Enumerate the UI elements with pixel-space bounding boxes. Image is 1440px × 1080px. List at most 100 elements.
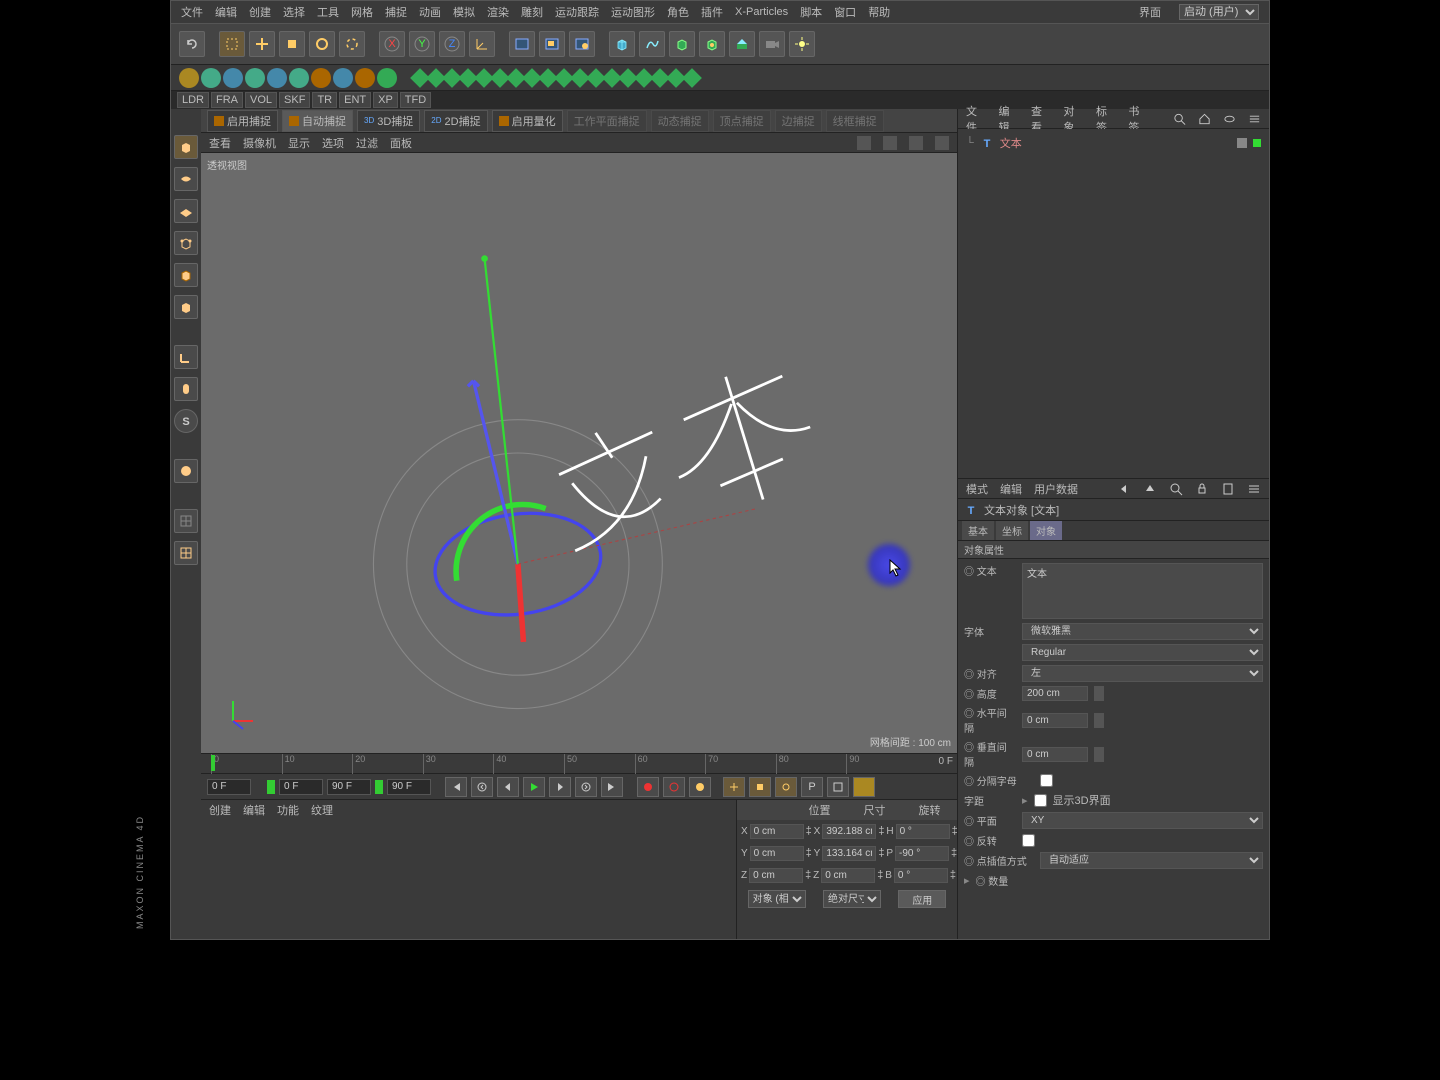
select-tool[interactable] bbox=[219, 31, 245, 57]
menu-render[interactable]: 渲染 bbox=[487, 4, 509, 20]
vp-camera[interactable]: 摄像机 bbox=[243, 135, 276, 151]
menu-window[interactable]: 窗口 bbox=[834, 4, 856, 20]
autokey-button[interactable] bbox=[663, 777, 685, 797]
menu-xp[interactable]: X-Particles bbox=[735, 6, 788, 18]
viewport[interactable]: 透视视图 bbox=[201, 153, 957, 753]
object-item-text[interactable]: └ T 文本 bbox=[962, 133, 1265, 153]
workplane-mode[interactable] bbox=[174, 199, 198, 223]
render-region[interactable] bbox=[539, 31, 565, 57]
render-settings[interactable] bbox=[569, 31, 595, 57]
vp-view[interactable]: 查看 bbox=[209, 135, 231, 151]
environment-tool[interactable] bbox=[729, 31, 755, 57]
vp-nav-icon[interactable] bbox=[909, 136, 923, 150]
polygon-mode[interactable] bbox=[174, 295, 198, 319]
keyopt-button[interactable] bbox=[689, 777, 711, 797]
soft-select[interactable] bbox=[174, 459, 198, 483]
goto-end[interactable] bbox=[601, 777, 623, 797]
next-frame[interactable] bbox=[549, 777, 571, 797]
undo-button[interactable] bbox=[179, 31, 205, 57]
tag[interactable]: XP bbox=[373, 92, 398, 108]
spinner[interactable] bbox=[1094, 686, 1104, 701]
search-icon[interactable] bbox=[1169, 482, 1183, 496]
tag[interactable]: FRA bbox=[211, 92, 243, 108]
search-icon[interactable] bbox=[1173, 112, 1186, 126]
interp-select[interactable]: 自动适应 bbox=[1040, 852, 1263, 869]
key-rot[interactable] bbox=[775, 777, 797, 797]
snap-auto[interactable]: 自动捕捉 bbox=[282, 110, 353, 132]
point-mode[interactable] bbox=[174, 231, 198, 255]
model-mode[interactable] bbox=[174, 135, 198, 159]
menu-edit[interactable]: 编辑 bbox=[215, 4, 237, 20]
range-start-handle[interactable] bbox=[267, 780, 275, 794]
back-icon[interactable] bbox=[1117, 482, 1131, 496]
menu-anim[interactable]: 动画 bbox=[419, 4, 441, 20]
key-param[interactable]: P bbox=[801, 777, 823, 797]
size-y[interactable] bbox=[822, 846, 876, 861]
lock-icon[interactable] bbox=[1195, 482, 1209, 496]
pos-z[interactable] bbox=[749, 868, 803, 883]
coord-mode1[interactable]: 对象 (相对) bbox=[748, 890, 806, 908]
menu-tools[interactable]: 工具 bbox=[317, 4, 339, 20]
texture-mode[interactable] bbox=[174, 167, 198, 191]
up-icon[interactable] bbox=[1143, 482, 1157, 496]
vis-editor-dot[interactable] bbox=[1237, 138, 1247, 148]
mat-edit[interactable]: 编辑 bbox=[243, 802, 265, 818]
object-list[interactable]: └ T 文本 bbox=[958, 129, 1269, 478]
kerning-checkbox[interactable] bbox=[1034, 793, 1047, 808]
current-frame[interactable] bbox=[207, 779, 251, 795]
camera-tool[interactable] bbox=[759, 31, 785, 57]
plugin-icon[interactable] bbox=[311, 68, 331, 88]
menu-snap[interactable]: 捕捉 bbox=[385, 4, 407, 20]
vp-filter[interactable]: 过滤 bbox=[356, 135, 378, 151]
generator-tool[interactable] bbox=[669, 31, 695, 57]
align-select[interactable]: 左 bbox=[1022, 665, 1263, 682]
vp-nav-icon[interactable] bbox=[883, 136, 897, 150]
scale-tool[interactable] bbox=[279, 31, 305, 57]
grid-b[interactable] bbox=[174, 541, 198, 565]
eye-icon[interactable] bbox=[1223, 112, 1236, 126]
reverse-checkbox[interactable] bbox=[1022, 833, 1035, 848]
key-pla[interactable] bbox=[827, 777, 849, 797]
playhead[interactable] bbox=[211, 755, 215, 771]
tag[interactable]: VOL bbox=[245, 92, 277, 108]
mat-tex[interactable]: 纹理 bbox=[311, 802, 333, 818]
menu-icon[interactable] bbox=[1248, 112, 1261, 126]
font-style-select[interactable]: Regular bbox=[1022, 644, 1263, 661]
plane-select[interactable]: XY bbox=[1022, 812, 1263, 829]
subtab-basic[interactable]: 基本 bbox=[962, 521, 994, 540]
tag[interactable]: TFD bbox=[400, 92, 431, 108]
spinner[interactable] bbox=[1094, 713, 1104, 728]
menu-create[interactable]: 创建 bbox=[249, 4, 271, 20]
key-scale[interactable] bbox=[749, 777, 771, 797]
height-input[interactable] bbox=[1022, 686, 1088, 701]
mat-create[interactable]: 创建 bbox=[209, 802, 231, 818]
tag[interactable]: LDR bbox=[177, 92, 209, 108]
home-icon[interactable] bbox=[1198, 112, 1211, 126]
size-z[interactable] bbox=[821, 868, 875, 883]
spline-tool[interactable] bbox=[639, 31, 665, 57]
snap-toggle[interactable]: S bbox=[174, 409, 198, 433]
snap-2d[interactable]: 2D2D捕捉 bbox=[424, 110, 487, 132]
menu-mograph[interactable]: 运动图形 bbox=[611, 4, 655, 20]
range-start[interactable] bbox=[279, 779, 323, 795]
subtab-coord[interactable]: 坐标 bbox=[996, 521, 1028, 540]
plugin-icon[interactable] bbox=[377, 68, 397, 88]
key-pos[interactable] bbox=[723, 777, 745, 797]
plugin-icon[interactable] bbox=[289, 68, 309, 88]
record-button[interactable] bbox=[637, 777, 659, 797]
grid-a[interactable] bbox=[174, 509, 198, 533]
layout-dropdown[interactable]: 启动 (用户) bbox=[1179, 4, 1259, 20]
vspace-input[interactable] bbox=[1022, 747, 1088, 762]
play-button[interactable] bbox=[523, 777, 545, 797]
vp-options[interactable]: 选项 bbox=[322, 135, 344, 151]
rot-h[interactable] bbox=[896, 824, 950, 839]
size-x[interactable] bbox=[822, 824, 876, 839]
rot-b[interactable] bbox=[894, 868, 948, 883]
vis-render-dot[interactable] bbox=[1253, 139, 1261, 147]
axis-mode[interactable] bbox=[174, 345, 198, 369]
plugin-icon[interactable] bbox=[179, 68, 199, 88]
tag[interactable]: SKF bbox=[279, 92, 310, 108]
attr-edit[interactable]: 编辑 bbox=[1000, 481, 1022, 497]
light-tool[interactable] bbox=[789, 31, 815, 57]
pos-y[interactable] bbox=[750, 846, 804, 861]
